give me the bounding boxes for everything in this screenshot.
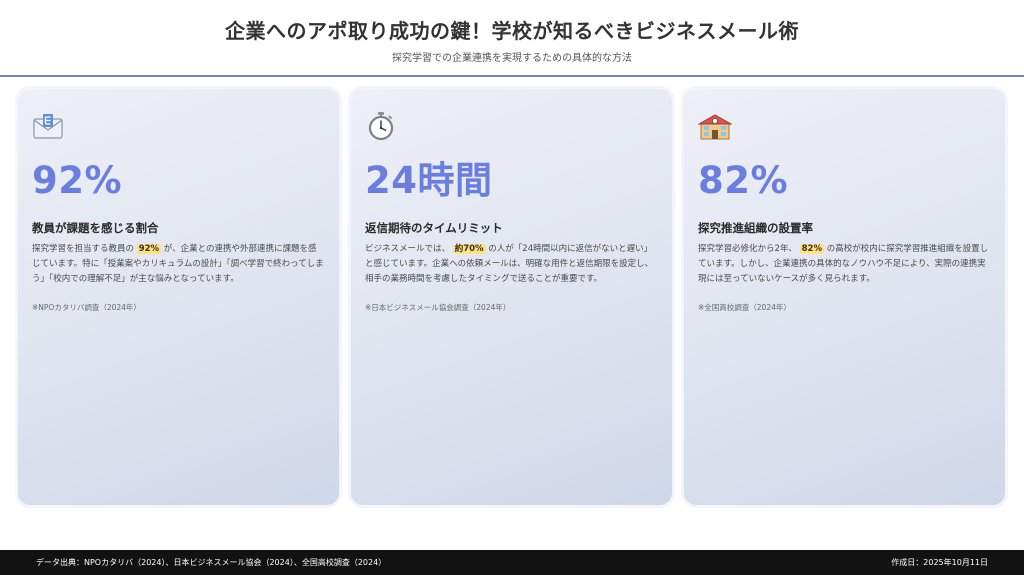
- stat-cards: 92% 教員が課題を感じる割合 探究学習を担当する教員の 92% が、企業との連…: [18, 89, 1006, 505]
- footer-created-date: 作成日：2025年10月11日: [891, 558, 988, 567]
- desc-text: ビジネスメールでは、: [365, 244, 451, 254]
- desc-text: 探究学習必修化から2年、: [698, 244, 797, 254]
- card-title: 探究推進組織の設置率: [698, 221, 813, 235]
- header: 企業へのアポ取り成功の鍵！学校が知るべきビジネスメール術 探究学習での企業連携を…: [0, 0, 1024, 77]
- highlight-badge: 92%: [136, 244, 162, 254]
- card-title: 教員が課題を感じる割合: [32, 221, 159, 235]
- source-note: ※NPOカタリバ調査（2024年）: [32, 303, 141, 312]
- page-subtitle: 探究学習での企業連携を実現するための具体的な方法: [392, 53, 632, 64]
- card-description: 探究学習必修化から2年、 82% の高校が校内に探究学習推進組織を設置しています…: [698, 242, 991, 287]
- card-title: 返信期待のタイムリミット: [365, 221, 503, 235]
- stopwatch-icon: [368, 112, 394, 141]
- footer: データ出典：NPOカタリバ（2024）、日本ビジネスメール協会（2024）、全国…: [0, 550, 1024, 575]
- card-description: ビジネスメールでは、 約70% の人が「24時間以内に返信がないと遅い」と感じて…: [365, 242, 658, 287]
- source-note: ※日本ビジネスメール協会調査（2024年）: [365, 303, 511, 312]
- stat-card-teachers: 92% 教員が課題を感じる割合 探究学習を担当する教員の 92% が、企業との連…: [18, 89, 339, 505]
- stat-card-reply-time: 24時間 返信期待のタイムリミット ビジネスメールでは、 約70% の人が「24…: [351, 89, 672, 505]
- envelope-icon: [33, 114, 63, 139]
- source-note: ※全国高校調査（2024年）: [698, 303, 791, 312]
- stat-value: 82%: [698, 159, 789, 202]
- footer-sources: データ出典：NPOカタリバ（2024）、日本ビジネスメール協会（2024）、全国…: [36, 558, 387, 567]
- stat-card-organization: 82% 探究推進組織の設置率 探究学習必修化から2年、 82% の高校が校内に探…: [684, 89, 1005, 505]
- highlight-badge: 82%: [799, 244, 824, 254]
- page-title: 企業へのアポ取り成功の鍵！学校が知るべきビジネスメール術: [225, 19, 799, 43]
- school-icon: [698, 114, 732, 140]
- highlight-badge: 約70%: [452, 244, 486, 254]
- desc-text: 探究学習を担当する教員の: [32, 244, 135, 254]
- infographic-page: 企業へのアポ取り成功の鍵！学校が知るべきビジネスメール術 探究学習での企業連携を…: [0, 0, 1024, 575]
- stat-value: 92%: [32, 159, 123, 202]
- stat-value: 24時間: [365, 159, 493, 202]
- card-description: 探究学習を担当する教員の 92% が、企業との連携や外部連携に課題を感じています…: [32, 242, 325, 287]
